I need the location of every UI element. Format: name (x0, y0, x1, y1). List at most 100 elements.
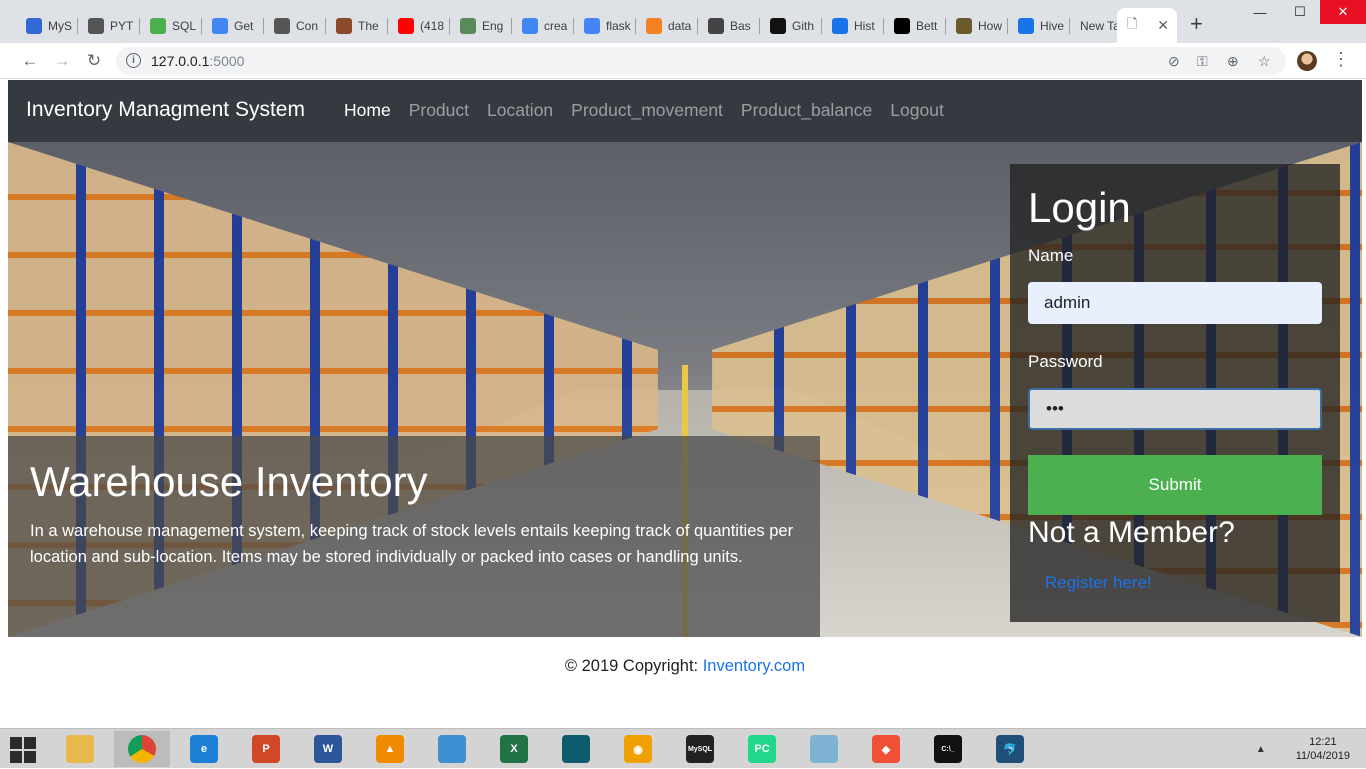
nav-link-product-balance[interactable]: Product_balance (741, 100, 872, 121)
footer-link[interactable]: Inventory.com (703, 657, 805, 675)
tab-9[interactable]: flask (574, 8, 636, 43)
tab-3[interactable]: Get (202, 8, 264, 43)
google-icon (522, 17, 538, 34)
tab-8[interactable]: crea (512, 8, 574, 43)
taskbar-file-explorer[interactable] (52, 731, 108, 767)
github-icon (770, 17, 786, 34)
tab-1[interactable]: PYT (78, 8, 140, 43)
taskbar-notebook[interactable] (548, 731, 604, 767)
footer: © 2019 Copyright: Inventory.com (8, 657, 1362, 676)
taskbar-mysql-shell[interactable]: MySQL (672, 731, 728, 767)
url-text[interactable]: 127.0.0.1:5000 (151, 53, 244, 69)
nav-link-logout[interactable]: Logout (890, 100, 944, 121)
tab-10[interactable]: data (636, 8, 698, 43)
profile-avatar[interactable] (1297, 51, 1317, 71)
window-controls: — ☐ ✕ (1240, 0, 1366, 24)
tab-13[interactable]: Hist (822, 8, 884, 43)
taskbar-mysql-workbench[interactable]: 🐬 (982, 731, 1038, 767)
tab-11[interactable]: Bas (698, 8, 760, 43)
minimize-icon[interactable]: — (1240, 0, 1280, 24)
nav-links: Home Product Location Product_movement P… (344, 100, 962, 121)
tab-label: MyS (48, 18, 72, 33)
history-icon (832, 17, 848, 34)
password-field[interactable]: ••• (1028, 388, 1322, 430)
tab-7[interactable]: Eng (450, 8, 512, 43)
circle-icon (460, 17, 476, 34)
tray-chevron-icon[interactable]: ▲ (1256, 744, 1266, 755)
taskbar-notepad[interactable] (796, 731, 852, 767)
zoom-icon[interactable]: ⊕ (1227, 53, 1239, 70)
forward-icon[interactable]: → (52, 51, 72, 71)
youtube-icon (398, 17, 414, 34)
close-tab-icon[interactable]: ✕ (1157, 17, 1169, 34)
taskbar-git[interactable]: ◆ (858, 731, 914, 767)
window-close-icon[interactable]: ✕ (1320, 0, 1366, 24)
taskbar-word[interactable]: W (300, 731, 356, 767)
tab-5[interactable]: The (326, 8, 388, 43)
page-icon: 🗋 (1127, 15, 1138, 31)
tab-active[interactable]: 🗋 ✕ (1117, 8, 1177, 43)
nav-link-product[interactable]: Product (409, 100, 469, 121)
tab-4[interactable]: Con (264, 8, 326, 43)
file-explorer-icon (66, 735, 94, 763)
cmd-icon: C:\_ (934, 735, 962, 763)
nav-link-home[interactable]: Home (344, 100, 391, 121)
info-icon[interactable]: i (126, 53, 141, 68)
windows-start-icon[interactable] (10, 737, 36, 763)
taskbar-internet-explorer[interactable]: e (176, 731, 232, 767)
tab-12[interactable]: Gith (760, 8, 822, 43)
brand-title[interactable]: Inventory Managment System (26, 98, 305, 122)
back-icon[interactable]: ← (20, 51, 40, 71)
taskbar-chrome[interactable] (114, 731, 170, 767)
photo-icon (336, 17, 352, 34)
tab-label: data (668, 18, 692, 33)
name-label: Name (1028, 246, 1074, 265)
pycharm-icon: PC (748, 735, 776, 763)
tab-label: Con (296, 18, 319, 33)
tab-label: flask (606, 18, 631, 33)
address-bar[interactable]: i 127.0.0.1:5000 ⊘ ⚿ ⊕ ☆ (116, 47, 1286, 75)
tab-0[interactable]: MyS (16, 8, 78, 43)
password-label: Password (1028, 352, 1103, 371)
clock[interactable]: 12:21 11/04/2019 (1296, 735, 1350, 763)
reload-icon[interactable]: ↻ (84, 51, 104, 71)
navbar: Inventory Managment System Home Product … (8, 80, 1362, 142)
submit-button[interactable]: Submit (1028, 455, 1322, 515)
star-icon[interactable]: ☆ (1258, 53, 1271, 70)
tab-label: Bas (730, 18, 751, 33)
chrome-icon (128, 735, 156, 763)
tab-14[interactable]: Bett (884, 8, 946, 43)
taskbar-cmd[interactable]: C:\_ (920, 731, 976, 767)
taskbar-pycharm[interactable]: PC (734, 731, 790, 767)
register-link[interactable]: Register here! (1045, 573, 1152, 593)
taskbar-audacity[interactable]: ◉ (610, 731, 666, 767)
tab-6[interactable]: (418 (388, 8, 450, 43)
nav-link-product-movement[interactable]: Product_movement (571, 100, 723, 121)
taskbar-vlc[interactable]: ▲ (362, 731, 418, 767)
taskbar-control-panel[interactable] (424, 731, 480, 767)
internet-explorer-icon: e (190, 735, 218, 763)
maximize-icon[interactable]: ☐ (1280, 0, 1320, 24)
word-icon: W (314, 735, 342, 763)
bars-icon (1018, 17, 1034, 34)
grid-icon (88, 17, 104, 34)
taskbar-excel[interactable]: X (486, 731, 542, 767)
menu-dots-icon[interactable]: ⋮ (1332, 49, 1350, 70)
web-page: Inventory Managment System Home Product … (8, 80, 1362, 728)
clock-date: 11/04/2019 (1295, 750, 1350, 762)
a-logo-icon (26, 17, 42, 34)
tab-2[interactable]: SQL (140, 8, 202, 43)
not-member-heading: Not a Member? (1028, 516, 1235, 549)
browser-tab-strip: MyS PYT SQL Get Con The (418 Eng crea flask data Ba… (0, 0, 1366, 43)
tab-label: Gith (792, 18, 815, 33)
key-icon[interactable]: ⚿ (1197, 53, 1208, 70)
tab-label: crea (544, 18, 568, 33)
tab-15[interactable]: How (946, 8, 1008, 43)
name-field[interactable]: admin (1028, 282, 1322, 324)
new-tab-button[interactable]: + (1190, 13, 1203, 35)
nav-link-location[interactable]: Location (487, 100, 553, 121)
blocked-popup-icon[interactable]: ⊘ (1168, 53, 1180, 70)
tab-16[interactable]: Hive (1008, 8, 1070, 43)
tab-label: Eng (482, 18, 504, 33)
taskbar-powerpoint[interactable]: P (238, 731, 294, 767)
